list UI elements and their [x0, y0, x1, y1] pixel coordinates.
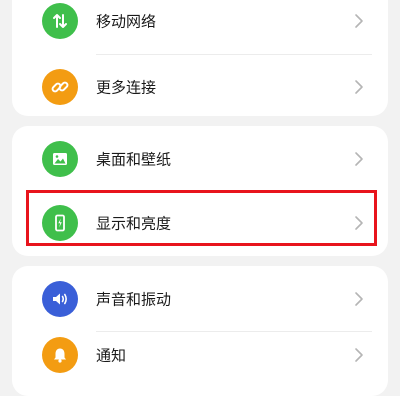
settings-group-display: 桌面和壁纸 显示和亮度: [12, 126, 388, 256]
settings-group-sound: 声音和振动 通知: [12, 266, 388, 396]
settings-item-label: 移动网络: [96, 12, 157, 31]
settings-item-notifications[interactable]: 通知: [12, 322, 388, 388]
link-icon: [42, 69, 78, 105]
settings-item-label: 更多连接: [96, 78, 157, 97]
image-icon: [42, 141, 78, 177]
settings-item-label: 显示和亮度: [96, 214, 172, 233]
settings-item-desktop-wallpaper[interactable]: 桌面和壁纸: [12, 126, 388, 192]
bell-icon: [42, 337, 78, 373]
settings-item-display-brightness[interactable]: 显示和亮度: [12, 190, 388, 256]
speaker-icon: [42, 281, 78, 317]
chevron-right-icon: [355, 292, 363, 306]
chevron-right-icon: [355, 14, 363, 28]
chevron-right-icon: [355, 216, 363, 230]
settings-item-mobile-network[interactable]: 移动网络: [12, 0, 388, 54]
chevron-right-icon: [355, 348, 363, 362]
phone-brightness-icon: [42, 205, 78, 241]
settings-item-label: 通知: [96, 346, 127, 365]
settings-item-more-connections[interactable]: 更多连接: [12, 54, 388, 120]
settings-group-connectivity: 移动网络 更多连接: [12, 0, 388, 116]
chevron-right-icon: [355, 152, 363, 166]
mobile-data-icon: [42, 3, 78, 39]
chevron-right-icon: [355, 80, 363, 94]
settings-item-label: 声音和振动: [96, 290, 172, 309]
settings-item-label: 桌面和壁纸: [96, 150, 172, 169]
